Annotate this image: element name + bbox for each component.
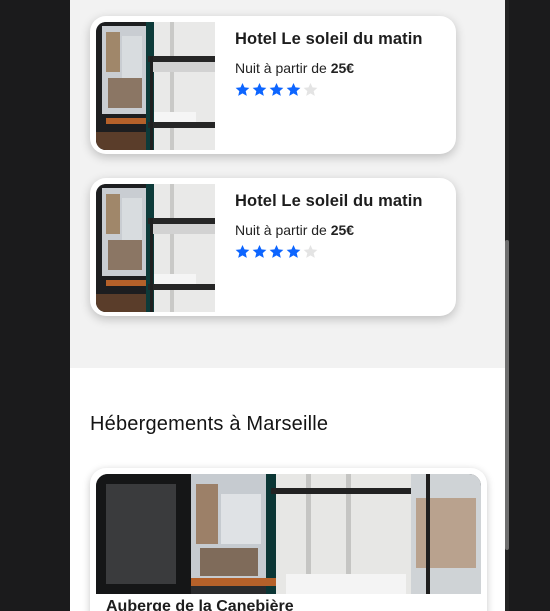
- star-icon: [269, 244, 284, 258]
- hotel-room-photo: [96, 184, 215, 312]
- rating-stars: [235, 244, 318, 259]
- rating-stars: [235, 82, 318, 97]
- star-icon: [269, 82, 284, 96]
- hotel-price: Nuit à partir de 25€: [235, 60, 355, 76]
- star-empty-icon: [303, 82, 318, 96]
- star-icon: [252, 244, 267, 258]
- hotel-price: Nuit à partir de 25€: [235, 222, 355, 238]
- star-icon: [235, 244, 250, 258]
- hotel-name[interactable]: Hotel Le soleil du matin: [235, 30, 423, 49]
- star-icon: [286, 82, 301, 96]
- scrollbar[interactable]: [505, 0, 509, 611]
- hotel-card[interactable]: Hotel Le soleil du matin Nuit à partir d…: [90, 178, 456, 316]
- section-title: Hébergements à Marseille: [90, 413, 329, 435]
- marseille-section: Hébergements à Marseille Auberge de la C…: [70, 368, 505, 611]
- hotel-name[interactable]: Auberge de la Canebière: [106, 598, 294, 611]
- star-icon: [235, 82, 250, 96]
- hotel-name[interactable]: Hotel Le soleil du matin: [235, 192, 423, 211]
- price-value: 25€: [330, 222, 355, 238]
- hotel-card-large[interactable]: Auberge de la Canebière: [90, 468, 487, 611]
- hotel-room-photo: [96, 22, 215, 150]
- star-empty-icon: [303, 244, 318, 258]
- price-value: 25€: [330, 60, 355, 76]
- star-icon: [286, 244, 301, 258]
- hotel-card[interactable]: Hotel Le soleil du matin Nuit à partir d…: [90, 16, 456, 154]
- hotel-room-photo: [96, 474, 481, 594]
- page-viewport: Hotel Le soleil du matin Nuit à partir d…: [70, 0, 505, 611]
- scrollbar-thumb[interactable]: [505, 240, 509, 550]
- star-icon: [252, 82, 267, 96]
